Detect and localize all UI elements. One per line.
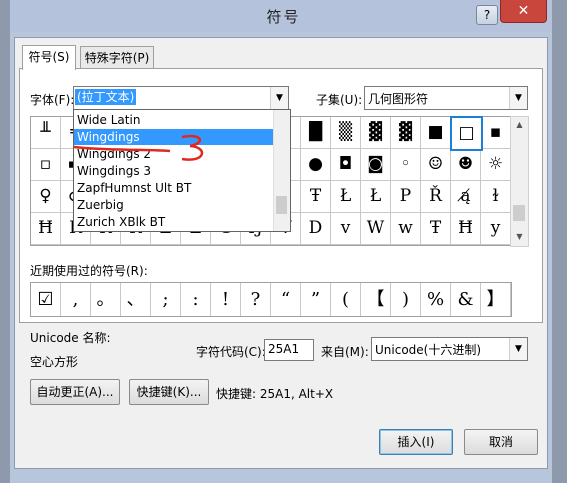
unicode-name-value: 空心方形: [30, 355, 79, 369]
recent-symbol-cell[interactable]: 。: [91, 283, 121, 316]
window-edge-right: [552, 0, 567, 483]
symbol-cell[interactable]: ╨: [31, 117, 61, 149]
recent-symbols[interactable]: ☑,。、;:!? “”(【)% &】: [30, 282, 512, 317]
symbol-cell[interactable]: ▫: [31, 149, 61, 181]
font-combo-value: (拉丁文本): [75, 89, 137, 105]
subset-combo-value: 几何图形符: [368, 92, 429, 106]
window-edge-left: [0, 0, 10, 483]
symbol-cell[interactable]: ☻: [451, 149, 481, 181]
symbol-cell[interactable]: Ħ: [31, 213, 61, 245]
from-combo[interactable]: Unicode(十六进制) ▼: [371, 337, 528, 361]
recent-symbol-cell[interactable]: &: [451, 283, 481, 316]
symbol-cell[interactable]: ɫ: [481, 181, 511, 213]
tab-special-chars[interactable]: 特殊字符(P): [80, 46, 154, 69]
symbol-cell[interactable]: ◙: [361, 149, 391, 181]
font-label: 字体(F):: [30, 93, 75, 107]
insert-button[interactable]: 插入(I): [379, 429, 453, 455]
symbol-cell[interactable]: ▪: [481, 117, 511, 149]
shortcut-key-button[interactable]: 快捷键(K)...: [129, 379, 209, 405]
scroll-thumb[interactable]: [276, 196, 287, 214]
symbol-cell[interactable]: w: [391, 213, 421, 245]
symbol-cell[interactable]: ◦: [391, 149, 421, 181]
recent-symbol-cell[interactable]: ): [391, 283, 421, 316]
font-combo[interactable]: (拉丁文本) ▼: [73, 86, 289, 110]
recent-label: 近期使用过的符号(R):: [30, 264, 148, 278]
symbol-cell[interactable]: ■: [421, 117, 451, 149]
symbol-cell[interactable]: ☼: [481, 149, 511, 181]
recent-symbol-cell[interactable]: ☑: [31, 283, 61, 316]
scroll-thumb[interactable]: [513, 205, 525, 221]
font-list-scrollbar[interactable]: [273, 110, 290, 231]
symbol-cell[interactable]: █: [301, 117, 331, 149]
recent-symbol-cell[interactable]: ,: [61, 283, 91, 316]
symbol-cell[interactable]: W: [361, 213, 391, 245]
symbol-cell[interactable]: ą̸: [451, 181, 481, 213]
tab-symbols[interactable]: 符号(S): [22, 45, 76, 70]
font-option[interactable]: Zuerbig: [74, 197, 274, 213]
symbol-cell[interactable]: Ŧ: [301, 181, 331, 213]
subset-label: 子集(U):: [316, 93, 363, 107]
symbol-cell[interactable]: ▓: [391, 117, 421, 149]
help-button[interactable]: ?: [476, 5, 498, 25]
recent-symbol-cell[interactable]: ”: [301, 283, 331, 316]
symbol-cell[interactable]: y: [481, 213, 511, 245]
symbol-grid-scrollbar[interactable]: ▲ ▼: [510, 116, 529, 247]
shortcut-text: 快捷键: 25A1, Alt+X: [216, 387, 334, 401]
from-combo-value: Unicode(十六进制): [375, 343, 482, 357]
chevron-down-icon[interactable]: ▼: [270, 87, 288, 109]
symbol-cell[interactable]: ▓: [361, 117, 391, 149]
symbol-cell[interactable]: ◘: [331, 149, 361, 181]
symbol-cell[interactable]: Ł: [361, 181, 391, 213]
font-option[interactable]: ZapfHumnst Ult BT: [74, 180, 274, 196]
recent-symbol-cell[interactable]: (: [331, 283, 361, 316]
font-option[interactable]: Zurich XBlk BT: [74, 214, 274, 230]
from-label: 来自(M):: [321, 345, 369, 359]
chevron-down-icon[interactable]: ▼: [509, 87, 527, 109]
recent-symbol-cell[interactable]: 、: [121, 283, 151, 316]
recent-symbol-cell[interactable]: “: [271, 283, 301, 316]
symbol-cell[interactable]: □: [450, 116, 483, 151]
recent-symbol-cell[interactable]: !: [211, 283, 241, 316]
symbol-cell[interactable]: Ł: [331, 181, 361, 213]
symbol-cell[interactable]: ▒: [331, 117, 361, 149]
font-option[interactable]: Wide Latin: [74, 112, 274, 128]
scroll-up-icon[interactable]: ▲: [511, 117, 528, 133]
recent-symbol-cell[interactable]: 【: [361, 283, 391, 316]
symbol-cell[interactable]: Ř: [421, 181, 451, 213]
unicode-name-label: Unicode 名称:: [30, 331, 111, 345]
recent-symbol-cell[interactable]: %: [421, 283, 451, 316]
symbol-cell[interactable]: ☺: [421, 149, 451, 181]
cancel-button[interactable]: 取消: [464, 429, 538, 455]
symbol-cell[interactable]: D: [301, 213, 331, 245]
recent-symbol-cell[interactable]: ?: [241, 283, 271, 316]
symbol-cell[interactable]: ●: [301, 149, 331, 181]
close-button[interactable]: ✕: [500, 0, 547, 23]
recent-symbol-cell[interactable]: 】: [481, 283, 511, 316]
scroll-down-icon[interactable]: ▼: [511, 229, 528, 245]
symbol-cell[interactable]: ♀: [31, 181, 61, 213]
recent-symbol-cell[interactable]: :: [181, 283, 211, 316]
chevron-down-icon[interactable]: ▼: [509, 338, 527, 360]
red-annotation: 3: [73, 134, 203, 161]
char-code-label: 字符代码(C):: [196, 345, 266, 359]
symbol-cell[interactable]: P: [391, 181, 421, 213]
autocorrect-button[interactable]: 自动更正(A)...: [30, 379, 120, 405]
symbol-cell[interactable]: Ħ: [451, 213, 481, 245]
subset-combo[interactable]: 几何图形符 ▼: [364, 86, 528, 110]
recent-symbol-cell[interactable]: ;: [151, 283, 181, 316]
symbol-cell[interactable]: Ŧ: [421, 213, 451, 245]
char-code-field[interactable]: 25A1: [264, 339, 314, 361]
char-code-value: 25A1: [268, 342, 300, 356]
symbol-cell[interactable]: v: [331, 213, 361, 245]
